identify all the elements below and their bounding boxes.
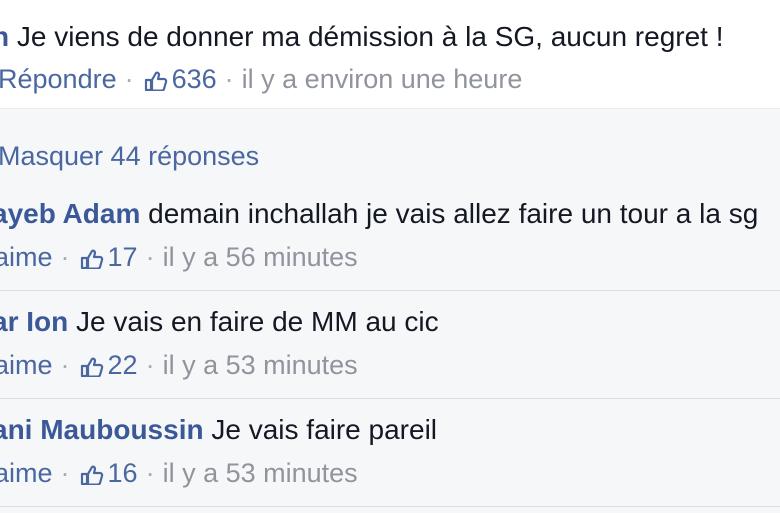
reply-item: ar Ion Je vais en faire de MM au cic [0, 305, 439, 339]
reply-meta: aime · 22 · il y a 53 minutes [0, 348, 358, 385]
separator: · [60, 242, 70, 272]
main-comment: n Je viens de donner ma démission à la S… [0, 0, 780, 108]
like-button[interactable]: aime [0, 350, 53, 380]
separator: · [145, 242, 155, 272]
main-comment-body: n Je viens de donner ma démission à la S… [0, 20, 724, 54]
main-comment-meta: Répondre · 636 · il y a environ une heure [0, 62, 522, 99]
reply-timestamp[interactable]: il y a 56 minutes [163, 242, 358, 272]
hide-replies-link[interactable]: Masquer 44 réponses [0, 139, 259, 173]
reply-item: ani Mauboussin Je vais faire pareil [0, 413, 437, 447]
thumbs-up-icon[interactable] [80, 351, 104, 385]
separator: · [224, 64, 234, 94]
thumbs-up-icon[interactable] [80, 243, 104, 277]
reply-text: demain inchallah je vais allez faire un … [148, 198, 759, 229]
reply-timestamp[interactable]: il y a 53 minutes [163, 350, 358, 380]
like-count[interactable]: 17 [108, 242, 138, 272]
reply-author-name[interactable]: ar Ion [0, 306, 68, 337]
reply-divider [0, 506, 780, 507]
separator: · [145, 458, 155, 488]
reply-meta: aime · 17 · il y a 56 minutes [0, 240, 358, 277]
reply-timestamp[interactable]: il y a 53 minutes [163, 458, 358, 488]
separator: · [60, 458, 70, 488]
reply-divider [0, 290, 780, 291]
like-count[interactable]: 16 [108, 458, 138, 488]
reply-author-name[interactable]: ani Mauboussin [0, 414, 204, 445]
separator: · [124, 64, 134, 94]
reply-author-name[interactable]: ayeb Adam [0, 198, 140, 229]
thumbs-up-icon[interactable] [144, 65, 168, 99]
reply-button[interactable]: Répondre [0, 64, 117, 94]
reply-meta: aime · 16 · il y a 53 minutes [0, 456, 358, 493]
comment-timestamp[interactable]: il y a environ une heure [242, 64, 523, 94]
reply-item: ayeb Adam demain inchallah je vais allez… [0, 197, 758, 231]
replies-section: Masquer 44 réponses ayeb Adam demain inc… [0, 108, 780, 513]
thumbs-up-icon[interactable] [80, 459, 104, 493]
like-button[interactable]: aime [0, 458, 53, 488]
comment-author-name[interactable]: n [0, 21, 9, 52]
separator: · [145, 350, 155, 380]
comment-text: Je viens de donner ma démission à la SG,… [16, 21, 724, 52]
like-count[interactable]: 22 [108, 350, 138, 380]
separator: · [60, 350, 70, 380]
reply-text: Je vais en faire de MM au cic [76, 306, 439, 337]
reply-text: Je vais faire pareil [211, 414, 438, 445]
reply-divider [0, 398, 780, 399]
like-button[interactable]: aime [0, 242, 53, 272]
like-count[interactable]: 636 [172, 64, 217, 94]
